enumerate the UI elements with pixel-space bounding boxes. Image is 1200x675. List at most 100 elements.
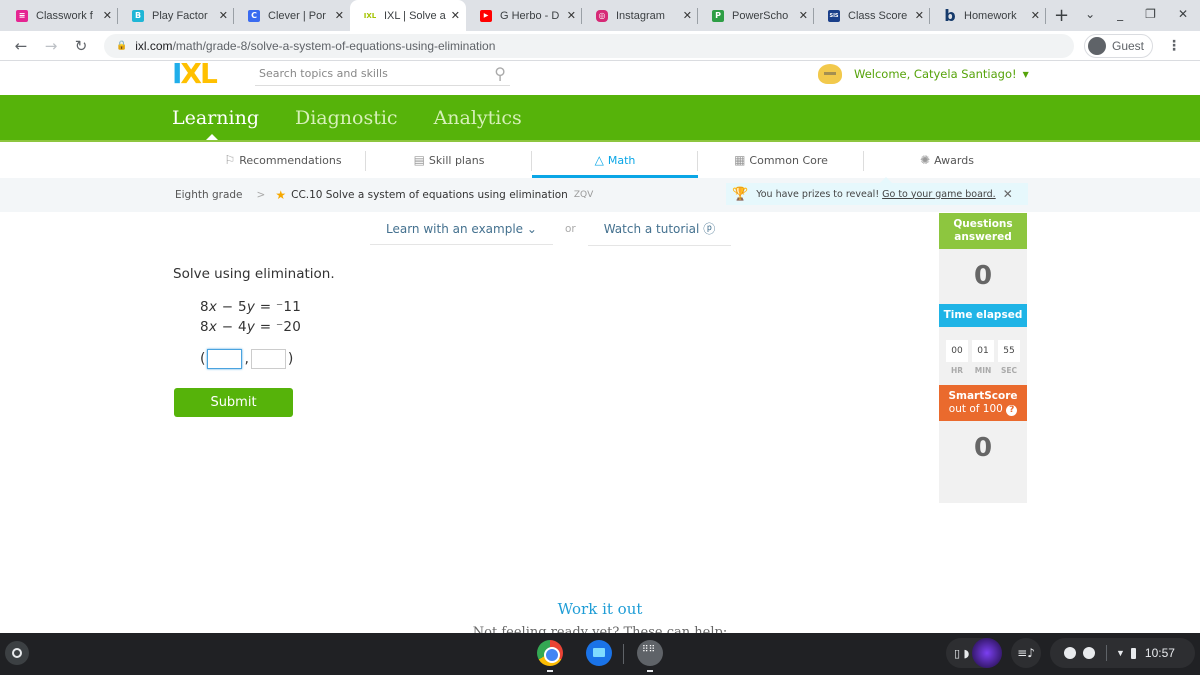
subnav-label: Awards — [934, 153, 974, 167]
brainly-icon: b — [944, 6, 956, 25]
blooket-icon: B — [132, 9, 144, 22]
ixl-logo[interactable]: IXL — [172, 60, 218, 88]
clock: 10:57 — [1144, 646, 1175, 660]
browser-tab[interactable]: C Clever | Por ✕ — [234, 0, 350, 31]
tab-title: PowerScho — [732, 9, 789, 22]
search-icon[interactable]: ⚲ — [494, 64, 506, 83]
tab-search-icon[interactable]: ⌄ — [1085, 7, 1095, 21]
learn-example-link[interactable]: Learn with an example ⌄ — [370, 222, 553, 245]
url-host: ixl.com — [135, 38, 173, 53]
minimize-icon[interactable]: _ — [1117, 7, 1123, 21]
chrome-app-icon[interactable] — [537, 640, 563, 666]
nav-diagnostic[interactable]: Diagnostic — [295, 107, 398, 129]
timer: 00 01 55 — [939, 327, 1027, 362]
subnav-common-core[interactable]: ▦ Common Core — [698, 142, 864, 178]
tab-title: G Herbo - D — [500, 9, 560, 22]
back-icon[interactable]: ← — [12, 37, 30, 55]
y-answer-input[interactable] — [250, 349, 286, 369]
watch-tutorial-label: Watch a tutorial — [603, 222, 700, 236]
close-tab-icon[interactable]: ✕ — [915, 9, 924, 22]
close-tab-icon[interactable]: ✕ — [567, 9, 576, 22]
sis-icon: SIS — [828, 9, 840, 22]
tab-title: Instagram — [616, 9, 665, 22]
close-tab-icon[interactable]: ✕ — [103, 9, 112, 22]
comma: , — [244, 351, 249, 367]
close-paren: ) — [287, 351, 294, 367]
tab-title: Classwork f — [36, 9, 93, 22]
browser-tab[interactable]: ≡ Classwork f ✕ — [2, 0, 118, 31]
ixl-icon: IXL — [363, 11, 377, 20]
breadcrumb-grade[interactable]: Eighth grade — [175, 189, 243, 201]
url-bar[interactable]: 🔒 ixl.com/math/grade-8/solve-a-system-of… — [104, 33, 1074, 58]
timer-minutes: 01 — [972, 340, 994, 362]
more-menu-icon[interactable]: ⋮ — [1167, 38, 1181, 54]
var: x — [208, 319, 218, 335]
subnav-skill-plans[interactable]: ▤ Skill plans — [366, 142, 532, 178]
forward-icon[interactable]: → — [42, 37, 60, 55]
var: x — [208, 299, 218, 315]
browser-tab-strip: ≡ Classwork f ✕ B Play Factor ✕ C Clever | Po… — [0, 0, 1200, 31]
restore-icon[interactable]: ❐ — [1145, 7, 1156, 21]
status-tray[interactable]: ▼ 10:57 — [1050, 638, 1195, 668]
tab-title: Homework — [964, 9, 1017, 22]
subnav-label: Recommendations — [239, 153, 342, 167]
watch-tutorial-link[interactable]: Watch a tutorial ⓟ — [587, 220, 732, 246]
chevron-right-icon: > — [256, 189, 266, 201]
browser-tab[interactable]: ▶ G Herbo - D ✕ — [466, 0, 582, 31]
learn-example-label: Learn with an example — [386, 221, 524, 236]
os-shelf: ▯ ◗ ≡♪ ▼ 10:57 — [0, 633, 1200, 675]
browser-tab[interactable]: P PowerScho ✕ — [698, 0, 814, 31]
keyboard-app-icon[interactable] — [637, 640, 663, 666]
nav-learning[interactable]: Learning — [172, 107, 259, 129]
x-answer-input[interactable] — [207, 349, 243, 369]
close-tab-icon[interactable]: ✕ — [219, 9, 228, 22]
tab-title: Clever | Por — [268, 9, 326, 22]
holding-space-tray[interactable]: ▯ ◗ — [946, 638, 1002, 668]
close-tab-icon[interactable]: ✕ — [799, 9, 808, 22]
welcome-text: Welcome, Catyela Santiago! — [854, 67, 1017, 81]
profile-button[interactable]: Guest — [1084, 33, 1154, 58]
browser-tab[interactable]: b Homework ✕ — [930, 0, 1046, 31]
browser-tab[interactable]: SIS Class Score ✕ — [814, 0, 930, 31]
media-controls-button[interactable]: ≡♪ — [1011, 638, 1041, 668]
tab-title: IXL | Solve a — [384, 9, 446, 22]
learn-links: Learn with an example ⌄ or Watch a tutor… — [370, 220, 732, 246]
play-icon: ⓟ — [703, 222, 716, 236]
youtube-icon: ▶ — [480, 9, 492, 22]
prize-banner: 🏆 You have prizes to reveal! Go to your … — [726, 177, 1028, 205]
help-icon[interactable]: ? — [1006, 405, 1018, 416]
browser-tab[interactable]: ◎ Instagram ✕ — [582, 0, 698, 31]
game-board-link[interactable]: Go to your game board. — [882, 189, 996, 200]
launcher-button[interactable] — [5, 641, 29, 665]
var: y — [246, 299, 256, 315]
rhs: = ⁻20 — [255, 319, 302, 335]
close-tab-icon[interactable]: ✕ — [335, 9, 344, 22]
new-tab-button[interactable]: + — [1054, 5, 1069, 26]
subnav-math[interactable]: △ Math — [532, 142, 698, 178]
main-nav: Learning Diagnostic Analytics — [0, 95, 1200, 140]
subnav-awards[interactable]: ✺ Awards — [864, 142, 1030, 178]
pyramid-icon: △ — [594, 153, 604, 167]
subnav-recommendations[interactable]: ⚐ Recommendations — [200, 142, 366, 178]
submit-button[interactable]: Submit — [174, 388, 293, 417]
user-menu[interactable]: Welcome, Catyela Santiago! ▼ — [818, 64, 1029, 84]
subnav-label: Common Core — [749, 153, 828, 167]
files-app-icon[interactable] — [586, 640, 612, 666]
nav-analytics[interactable]: Analytics — [434, 107, 522, 129]
browser-tab[interactable]: B Play Factor ✕ — [118, 0, 234, 31]
close-window-icon[interactable]: ✕ — [1178, 7, 1188, 21]
close-tab-icon[interactable]: ✕ — [1031, 9, 1040, 22]
close-banner-icon[interactable]: ✕ — [1003, 187, 1013, 201]
search-input[interactable]: Search topics and skills ⚲ — [255, 64, 510, 86]
close-tab-icon[interactable]: ✕ — [683, 9, 692, 22]
work-it-out-heading: Work it out — [557, 600, 643, 618]
file-icon: ▯ ◗ — [954, 646, 970, 660]
add-icon — [1083, 647, 1095, 659]
equation-1: 8x − 5y = ⁻11 — [200, 299, 301, 315]
signpost-icon: ⚐ — [224, 153, 236, 167]
playlist-icon: ≡♪ — [1017, 646, 1035, 660]
op: − 5 — [217, 299, 247, 315]
reload-icon[interactable]: ↻ — [72, 37, 90, 55]
close-tab-icon[interactable]: ✕ — [451, 9, 460, 22]
browser-tab-active[interactable]: IXL IXL | Solve a ✕ — [350, 0, 466, 31]
